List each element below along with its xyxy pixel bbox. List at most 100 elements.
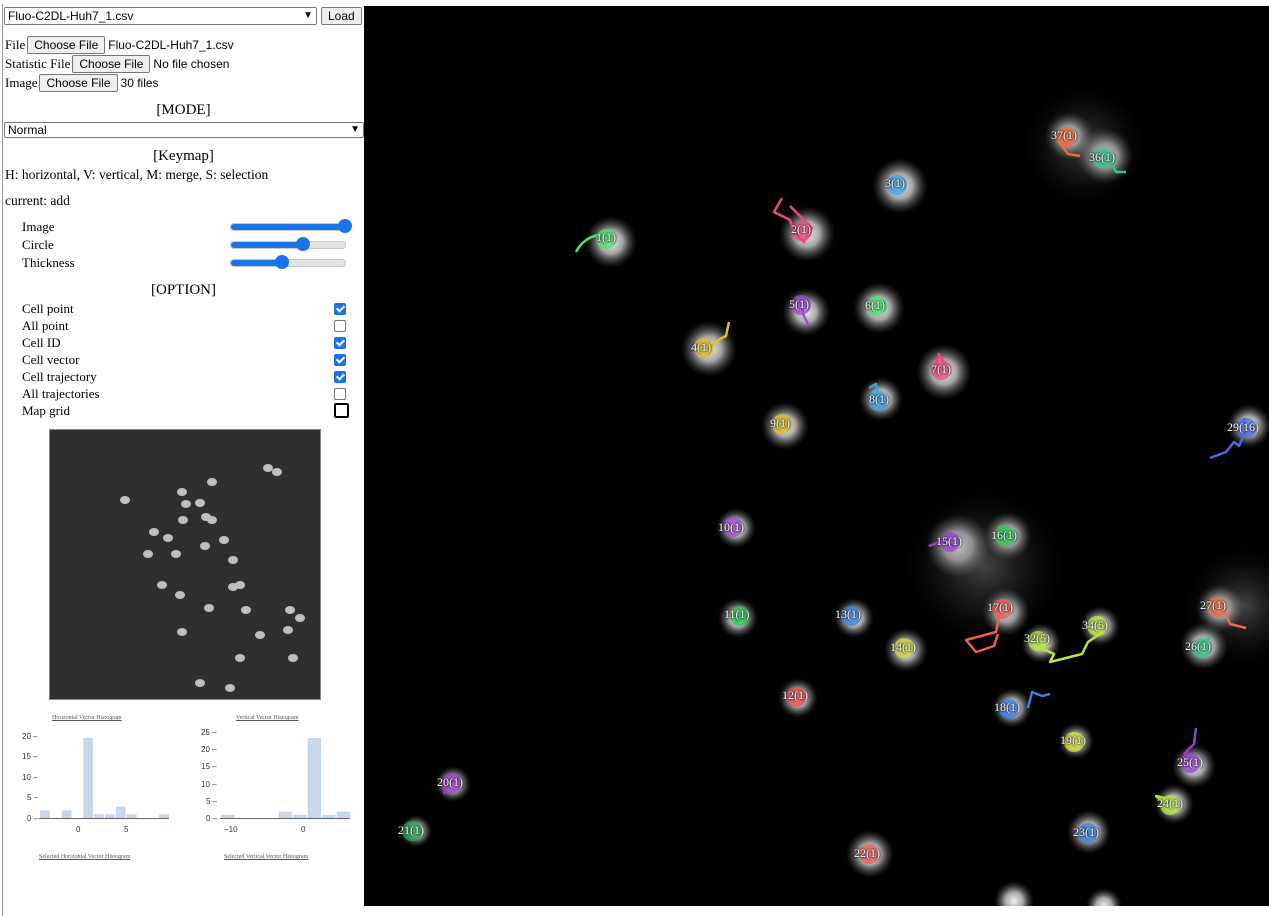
file-select[interactable]: Fluo-C2DL-Huh7_1.csv ▼ <box>4 7 317 25</box>
cell-id-label[interactable]: 22(1) <box>854 846 880 861</box>
cell-id-label[interactable]: 1(1) <box>596 230 616 245</box>
mode-select-value: Normal <box>8 123 47 137</box>
slider-label-circle: Circle <box>22 237 54 252</box>
image-slider[interactable] <box>230 219 352 233</box>
option-label-all-trajectories: All trajectories <box>22 386 100 401</box>
keymap-heading: [Keymap] <box>153 148 214 164</box>
cell-id-label[interactable]: 27(1) <box>1200 598 1226 613</box>
file-input-status: Fluo-C2DL-Huh7_1.csv <box>108 38 234 52</box>
all-point-checkbox[interactable] <box>334 320 346 332</box>
slider-label-thickness: Thickness <box>22 255 75 270</box>
statistic-file-choose-button[interactable]: Choose File <box>72 55 151 73</box>
cell-id-label[interactable]: 16(1) <box>991 528 1017 543</box>
cell-id-label[interactable]: 24(1) <box>1157 796 1183 811</box>
option-heading: [OPTION] <box>151 282 216 298</box>
v-xtick: −10 <box>224 825 238 834</box>
cell-id-label[interactable]: 4(1) <box>691 340 711 355</box>
selected-vertical-histogram-title[interactable]: Selected Vertical Vector Histogram <box>224 854 308 860</box>
cell-bodies <box>400 86 1269 906</box>
v-ytick: 5 – <box>206 797 218 806</box>
cell-point-checkbox[interactable] <box>334 303 346 315</box>
cell-id-label[interactable]: 11(1) <box>724 607 750 622</box>
cell-id-label[interactable]: 10(1) <box>718 520 744 535</box>
h-xtick: 5 <box>124 825 129 834</box>
slider-thumb[interactable] <box>275 255 290 269</box>
image-choose-button[interactable]: Choose File <box>39 74 118 92</box>
slider-fill <box>231 242 303 248</box>
cell-id-label[interactable]: 3(1) <box>885 176 905 191</box>
option-label-cell-point: Cell point <box>22 301 74 316</box>
vertical-histogram-title[interactable]: Vertical Vector Histogram <box>236 715 299 721</box>
cell-id-label[interactable]: 26(1) <box>1185 639 1211 654</box>
vertical-histogram-bar <box>293 814 307 818</box>
cell-vector-checkbox[interactable] <box>334 354 346 366</box>
v-xtick: 0 <box>301 825 306 834</box>
keymap-text: H: horizontal, V: vertical, M: merge, S:… <box>5 167 269 182</box>
cell-id-label[interactable]: 23(1) <box>1073 825 1099 840</box>
selected-horizontal-histogram-title[interactable]: Selected Horizontal Vector Histogram <box>39 854 130 860</box>
cell-id-label[interactable]: 6(1) <box>865 298 885 313</box>
cell-id-label[interactable]: 20(1) <box>437 775 463 790</box>
image-input-row: Image Choose File 30 files <box>5 74 159 92</box>
cell-id-label[interactable]: 17(1) <box>987 600 1013 615</box>
cell-id-label[interactable]: 19(1) <box>1060 733 1086 748</box>
map-grid-checkbox[interactable] <box>334 403 349 418</box>
cell-id-label[interactable]: 34(5) <box>1082 618 1108 633</box>
v-ytick: 25 – <box>201 728 217 737</box>
slider-thumb[interactable] <box>338 219 352 233</box>
option-label-cell-vector: Cell vector <box>22 352 80 367</box>
option-label-all-point: All point <box>22 318 69 333</box>
image-input-status: 30 files <box>120 76 159 90</box>
h-ytick: 0 – <box>27 814 39 823</box>
option-label-cell-trajectory: Cell trajectory <box>22 369 97 384</box>
cell-id-label[interactable]: 14(1) <box>890 640 916 655</box>
circle-slider[interactable] <box>230 237 346 251</box>
horizontal-histogram-bar <box>105 814 115 818</box>
statistic-file-input-row: Statistic File Choose File No file chose… <box>5 55 229 73</box>
thickness-slider[interactable] <box>230 255 346 269</box>
h-ytick: 20 – <box>22 732 38 741</box>
cell-id-label[interactable]: 36(1) <box>1089 150 1115 165</box>
cell-id-label[interactable]: 18(1) <box>994 700 1020 715</box>
mode-heading: [MODE] <box>156 102 211 118</box>
cell-trajectory-checkbox[interactable] <box>334 371 346 383</box>
image-input-label: Image <box>5 75 38 90</box>
slider-fill <box>231 224 345 230</box>
all-trajectories-checkbox[interactable] <box>334 388 346 400</box>
cell-id-label[interactable]: 8(1) <box>869 392 889 407</box>
cell-id-label[interactable]: 13(1) <box>835 607 861 622</box>
vertical-histogram-bar <box>322 814 336 818</box>
cell-image-canvas <box>400 86 1269 906</box>
cell-id-label[interactable]: 9(1) <box>770 416 790 431</box>
cell-id-label[interactable]: 2(1) <box>791 222 811 237</box>
cell-id-label[interactable]: 21(1) <box>398 823 424 838</box>
slider-thumb[interactable] <box>295 237 310 251</box>
file-input-label: File <box>5 37 26 52</box>
horizontal-histogram-bar <box>40 810 50 818</box>
image-viewer[interactable]: 1(1) 2(1) 3(1) 4(1) 5(1) 6(1) 7(1) 8(1) 9(1) 10(1… <box>364 6 1269 906</box>
file-input-row: File Choose File Fluo-C2DL-Huh7_1.csv <box>5 36 234 54</box>
cell-id-label[interactable]: 15(1) <box>936 534 962 549</box>
cell-id-label[interactable]: 37(1) <box>1051 128 1077 143</box>
cell-id-label[interactable]: 32(5) <box>1024 631 1050 646</box>
file-select-value: Fluo-C2DL-Huh7_1.csv <box>8 9 134 23</box>
cell-id-label[interactable]: 12(1) <box>782 688 808 703</box>
horizontal-histogram-title[interactable]: Horizontal Vector Histogram <box>52 715 122 721</box>
minimap-image <box>120 464 305 692</box>
cell-id-checkbox[interactable] <box>334 337 346 349</box>
h-ytick: 5 – <box>27 793 39 802</box>
h-xtick: 0 <box>76 825 81 834</box>
vertical-histogram-bar <box>336 811 350 818</box>
load-button[interactable]: Load <box>321 7 362 25</box>
vertical-histogram-bar <box>221 814 235 818</box>
minimap[interactable] <box>49 429 321 700</box>
statistic-file-status: No file chosen <box>153 57 230 71</box>
cell-id-label[interactable]: 5(1) <box>789 297 809 312</box>
horizontal-histogram-bar <box>83 738 94 818</box>
file-choose-button[interactable]: Choose File <box>27 36 106 54</box>
cell-id-label[interactable]: 25(1) <box>1177 755 1203 770</box>
cell-id-label[interactable]: 7(1) <box>931 362 951 377</box>
mode-select[interactable]: Normal ▼ <box>4 122 364 138</box>
cell-id-label[interactable]: 29(16) <box>1227 420 1259 435</box>
v-ytick: 20 – <box>201 745 217 754</box>
